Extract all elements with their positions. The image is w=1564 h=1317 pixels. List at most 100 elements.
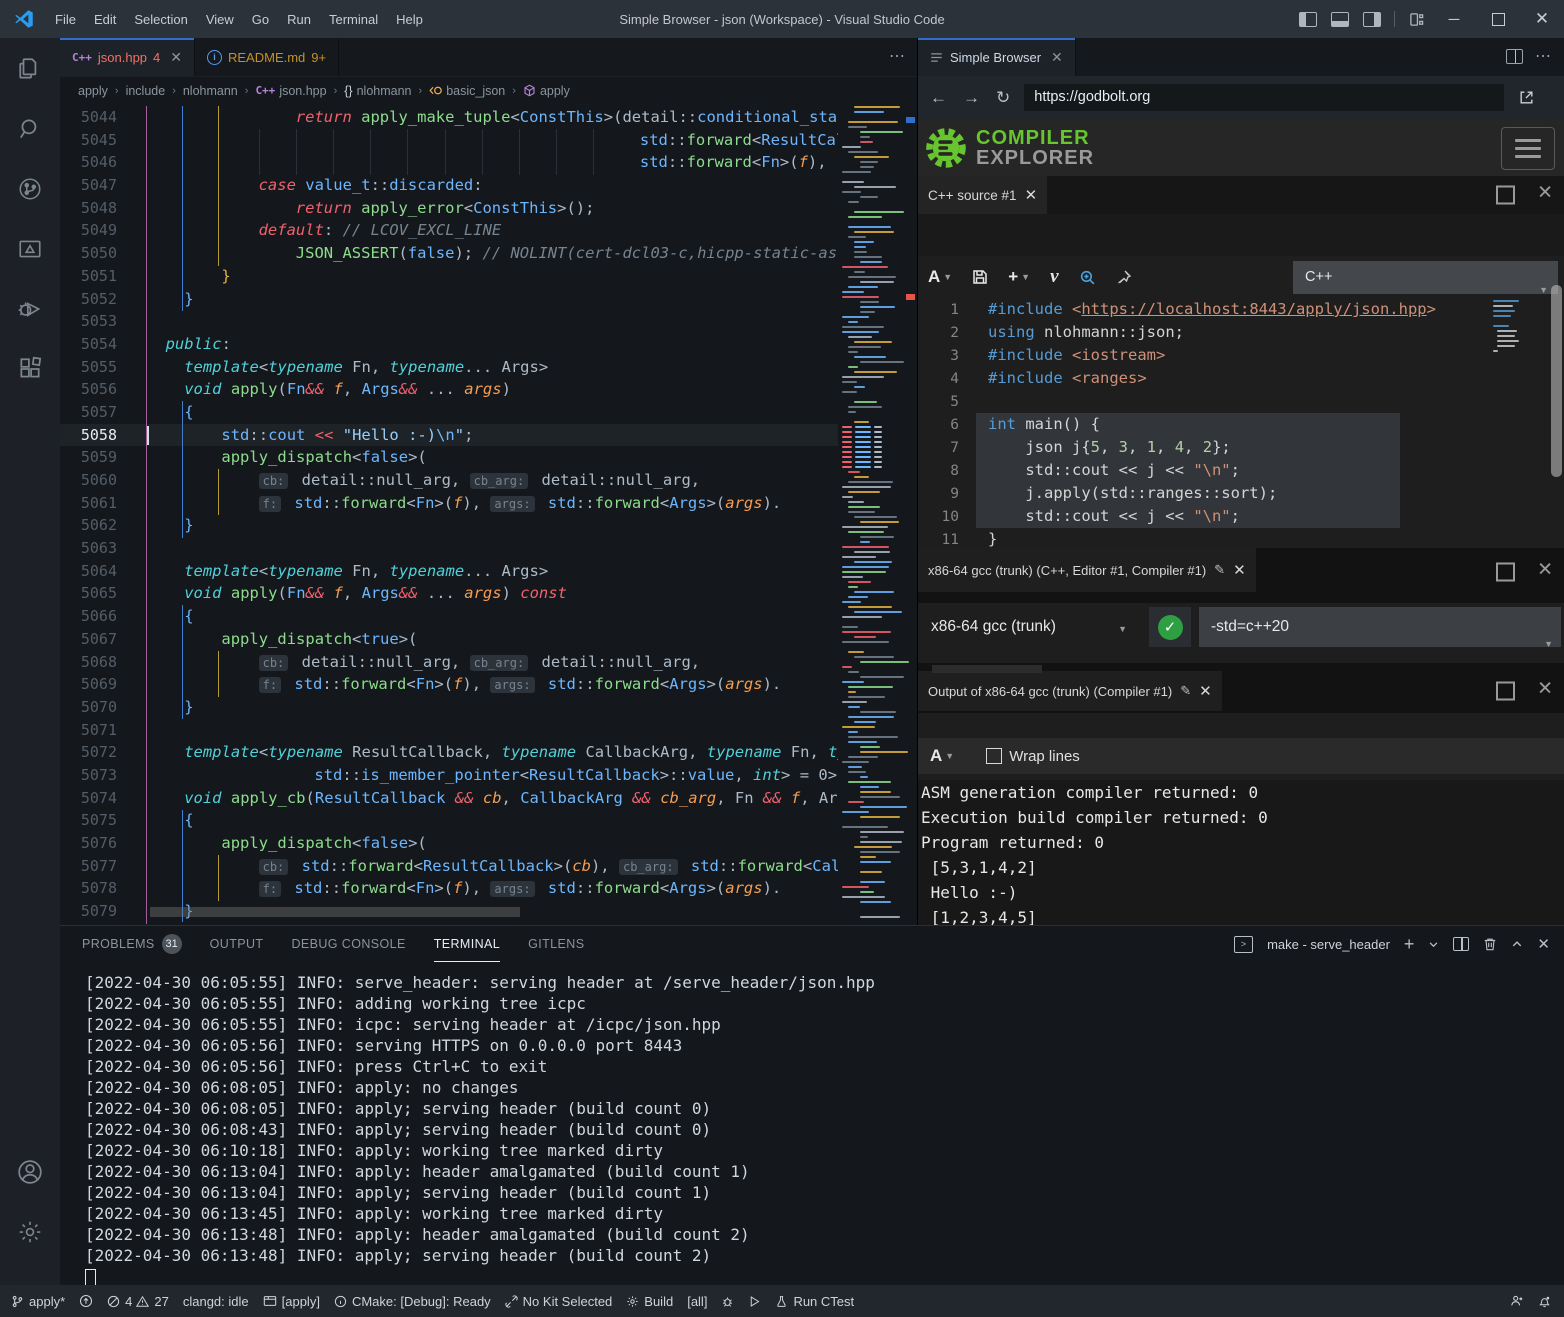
status-clangd-status[interactable]: clangd: idle (176, 1285, 256, 1317)
panel-tab-problems[interactable]: PROBLEMS31 (82, 927, 182, 962)
font-size-icon[interactable]: A▼ (928, 267, 952, 287)
godbolt-line-1[interactable]: 1#include <https://localhost:8443/apply/… (918, 298, 1564, 321)
maximize-button[interactable] (1476, 0, 1520, 38)
code-line-5046[interactable]: 5046std::forward<Fn>(f), (60, 151, 838, 174)
close-icon[interactable]: ✕ (1199, 682, 1212, 700)
panel-tab-debug-console[interactable]: DEBUG CONSOLE (291, 927, 405, 962)
breadcrumb-item[interactable]: nlohmann (183, 84, 238, 98)
close-icon[interactable]: ✕ (1233, 561, 1246, 579)
code-line-5051[interactable]: 5051} (60, 265, 838, 288)
panel-tab-terminal[interactable]: TERMINAL (434, 926, 500, 962)
split-editor-icon[interactable] (1506, 49, 1523, 69)
toggle-secondary-sidebar-icon[interactable] (1363, 12, 1381, 27)
account-icon[interactable] (0, 1147, 60, 1197)
maximize-pane-icon[interactable] (1496, 186, 1515, 205)
settings-gear-icon[interactable] (0, 1207, 60, 1257)
status-build-target[interactable]: [all] (680, 1285, 714, 1317)
code-line-5050[interactable]: 5050JSON_ASSERT(false); // NOLINT(cert-d… (60, 242, 838, 265)
menu-view[interactable]: View (197, 12, 243, 27)
toggle-sidebar-icon[interactable] (1299, 12, 1317, 27)
close-pane-icon[interactable]: ✕ (1537, 186, 1553, 205)
godbolt-line-2[interactable]: 2using nlohmann::json; (918, 321, 1564, 344)
panel-tab-output[interactable]: OUTPUT (210, 927, 264, 962)
code-line-5072[interactable]: 5072template<typename ResultCallback, ty… (60, 741, 838, 764)
status-warnings[interactable]: 27 (134, 1285, 175, 1317)
code-line-5047[interactable]: 5047case value_t::discarded: (60, 174, 838, 197)
code-line-5054[interactable]: 5054public: (60, 333, 838, 356)
tab-readme-md[interactable]: i README.md 9+ (195, 38, 339, 76)
code-line-5063[interactable]: 5063 (60, 537, 838, 560)
add-pane-icon[interactable]: +▼ (1008, 267, 1030, 287)
godbolt-line-5[interactable]: 5 (918, 390, 1564, 413)
webview-scrollbar[interactable] (1551, 285, 1562, 477)
extensions-icon[interactable] (0, 344, 60, 394)
close-tab-icon[interactable]: ✕ (170, 49, 182, 66)
open-external-icon[interactable] (1518, 89, 1535, 106)
rename-icon[interactable]: ✎ (1180, 683, 1191, 699)
editor-actions-more-icon[interactable]: ⋯ (889, 46, 907, 66)
code-line-5068[interactable]: 5068cb: detail::null_arg, cb_arg: detail… (60, 651, 838, 674)
code-line-5059[interactable]: 5059apply_dispatch<false>( (60, 446, 838, 469)
close-panel-icon[interactable]: ✕ (1537, 935, 1550, 953)
zoom-search-icon[interactable] (1079, 269, 1096, 286)
horizontal-scrollbar[interactable] (150, 907, 520, 917)
status-errors[interactable]: 4 (100, 1285, 134, 1317)
close-pane-icon[interactable]: ✕ (1537, 563, 1553, 582)
status-launch-target[interactable] (741, 1285, 768, 1317)
menu-help[interactable]: Help (387, 12, 432, 27)
code-line-5058[interactable]: 5058std::cout << "Hello :-)\n"; (60, 424, 838, 447)
godbolt-line-4[interactable]: 4#include <ranges> (918, 367, 1564, 390)
panel-tab-gitlens[interactable]: GITLENS (528, 927, 584, 962)
code-line-5055[interactable]: 5055template<typename Fn, typename... Ar… (60, 356, 838, 379)
breadcrumb-item[interactable]: json.hpp (279, 84, 326, 98)
code-line-5060[interactable]: 5060cb: detail::null_arg, cb_arg: detail… (60, 469, 838, 492)
terminal-output[interactable]: [2022-04-30 06:05:55] INFO: serve_header… (85, 972, 875, 1287)
status-debug-target[interactable] (714, 1285, 741, 1317)
url-input[interactable]: https://godbolt.org (1024, 84, 1504, 111)
code-line-5066[interactable]: 5066{ (60, 605, 838, 628)
kill-terminal-icon[interactable] (1483, 937, 1497, 951)
breadcrumb-item[interactable]: basic_json (446, 84, 505, 98)
code-line-5069[interactable]: 5069f: std::forward<Fn>(f), args: std::f… (60, 673, 838, 696)
reload-icon[interactable]: ↻ (996, 88, 1010, 108)
save-icon[interactable] (972, 269, 988, 285)
status-git-branch[interactable]: apply* (4, 1285, 72, 1317)
code-line-5067[interactable]: 5067apply_dispatch<true>( (60, 628, 838, 651)
status-run-ctest[interactable]: Run CTest (768, 1285, 861, 1317)
run-and-debug-icon[interactable] (0, 284, 60, 334)
status-feedback[interactable] (1503, 1285, 1531, 1317)
maximize-pane-icon[interactable] (1496, 682, 1515, 701)
breadcrumb-item[interactable]: nlohmann (357, 84, 412, 98)
font-size-icon[interactable]: A▼ (930, 746, 954, 766)
tab-json-hpp[interactable]: C++ json.hpp 4 ✕ (60, 38, 195, 76)
code-line-5073[interactable]: 5073std::is_member_pointer<ResultCallbac… (60, 764, 838, 787)
status-cmake-status[interactable]: CMake: [Debug]: Ready (327, 1285, 498, 1317)
terminal-name[interactable]: make - serve_header (1267, 937, 1390, 952)
godbolt-line-6[interactable]: 6int main() { (918, 413, 1564, 436)
breadcrumb-item[interactable]: include (126, 84, 166, 98)
breadcrumb-item[interactable]: apply (78, 84, 108, 98)
status-cmake-kit[interactable]: No Kit Selected (498, 1285, 620, 1317)
code-line-5074[interactable]: 5074void apply_cb(ResultCallback && cb, … (60, 787, 838, 810)
toggle-panel-icon[interactable] (1331, 12, 1349, 27)
compiler-select[interactable]: x86-64 gcc (trunk)▼ (918, 618, 1127, 636)
menu-edit[interactable]: Edit (85, 12, 125, 27)
pin-icon[interactable] (1116, 269, 1132, 285)
source-tab[interactable]: C++ source #1✕ (918, 176, 1047, 214)
output-tab[interactable]: Output of x86-64 gcc (trunk) (Compiler #… (918, 671, 1222, 711)
code-line-5048[interactable]: 5048return apply_error<ConstThis>(); (60, 197, 838, 220)
code-line-5070[interactable]: 5070} (60, 696, 838, 719)
language-select[interactable]: C++▼ (1293, 261, 1558, 294)
remote-explorer-icon[interactable] (0, 224, 60, 274)
code-line-5057[interactable]: 5057{ (60, 401, 838, 424)
close-pane-icon[interactable]: ✕ (1537, 682, 1553, 701)
source-control-icon[interactable] (0, 164, 60, 214)
terminal-dropdown-icon[interactable] (1428, 939, 1439, 950)
close-tab-icon[interactable]: ✕ (1051, 49, 1063, 66)
code-line-5071[interactable]: 5071 (60, 719, 838, 742)
code-line-5076[interactable]: 5076apply_dispatch<false>( (60, 832, 838, 855)
code-line-5044[interactable]: 5044return apply_make_tuple<ConstThis>(d… (60, 106, 838, 129)
hamburger-menu-icon[interactable] (1501, 127, 1555, 170)
menu-file[interactable]: File (46, 12, 85, 27)
code-line-5061[interactable]: 5061f: std::forward<Fn>(f), args: std::f… (60, 492, 838, 515)
